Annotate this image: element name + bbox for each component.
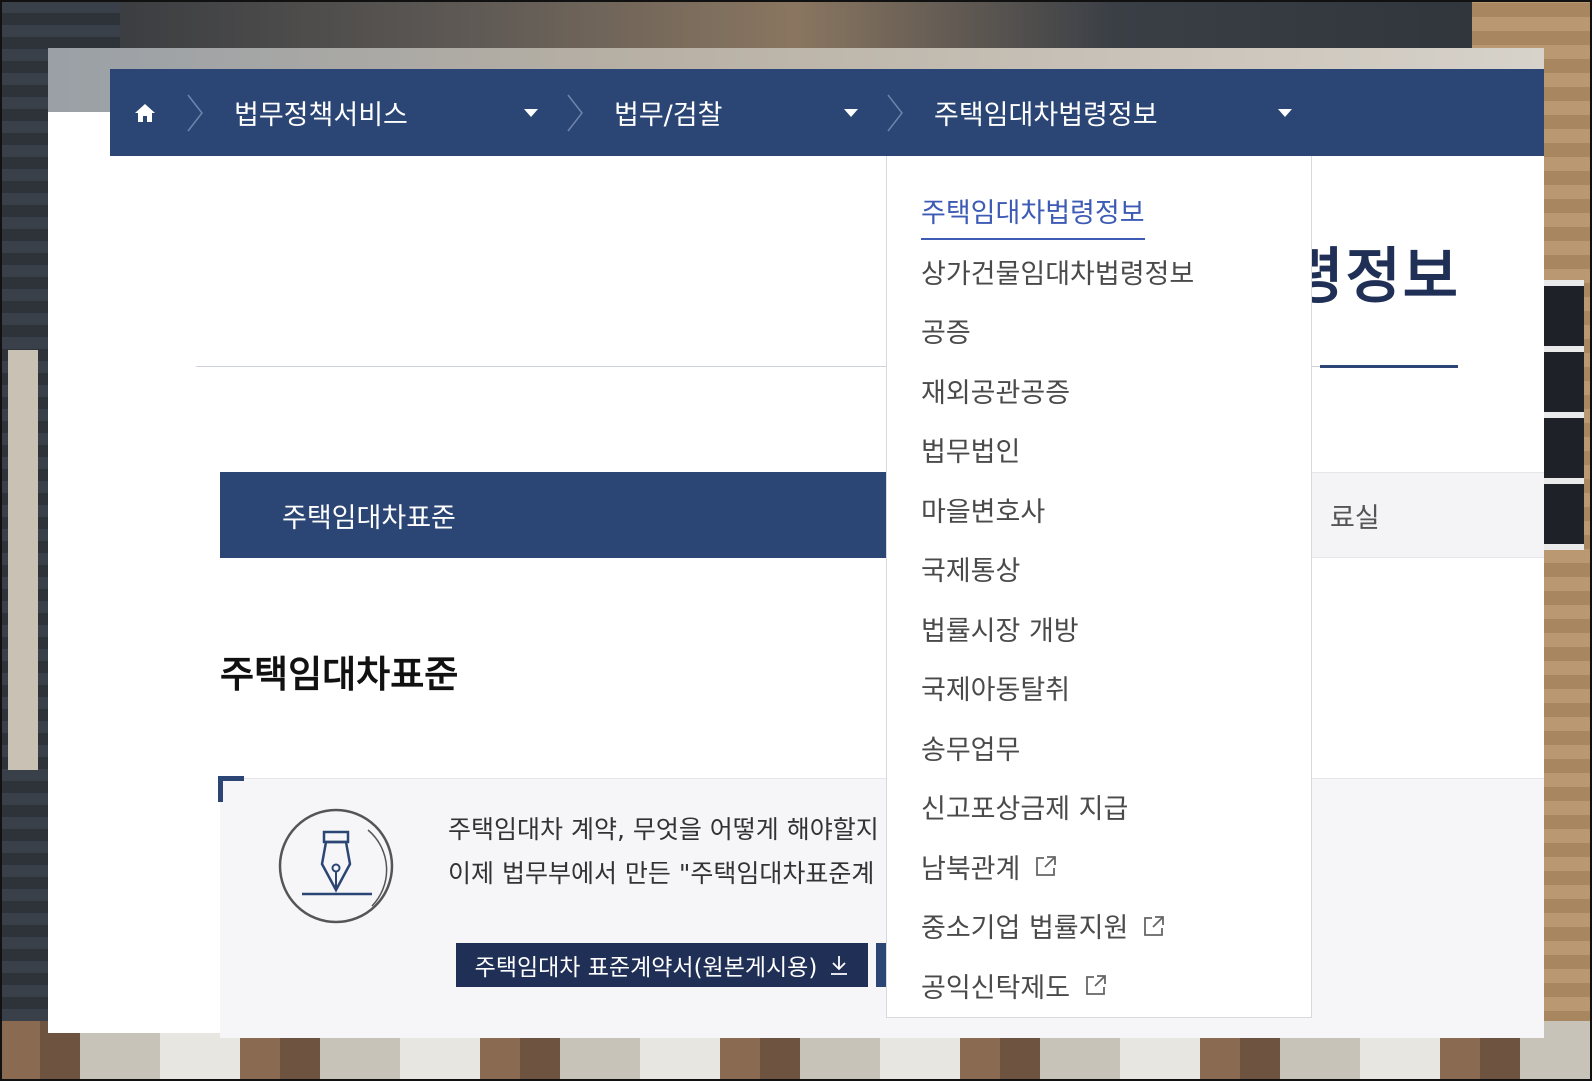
menu-item-law-firm[interactable]: 법무법인 [887,420,1311,480]
download-button-label: 주택임대차 표준계약서(원본게시용) [474,955,818,981]
menu-item-sme-legal-support[interactable]: 중소기업 법률지원 [887,896,1311,956]
info-line: 주택임대차 계약, 무엇을 어떻게 해야할지 [448,815,879,844]
caret-down-icon [1278,108,1292,117]
menu-item-litigation[interactable]: 송무업무 [887,718,1311,778]
breadcrumb-item-justice[interactable]: 법무/검찰 [590,69,880,156]
menu-item-overseas-notarization[interactable]: 재외공관공증 [887,361,1311,421]
chevron-right-icon [560,69,590,156]
corner-mark [218,776,244,802]
breadcrumb-label: 법무정책서비스 [234,100,408,131]
caret-down-icon [844,108,858,117]
breadcrumb: 법무정책서비스 법무/검찰 주택임대차법령정보 [110,69,1544,156]
menu-item-label: 송무업무 [921,734,1021,766]
caret-down-icon [524,108,538,117]
fountain-pen-icon [278,808,394,924]
menu-item-legal-market-opening[interactable]: 법률시장 개방 [887,599,1311,659]
menu-item-commercial-lease[interactable]: 상가건물임대차법령정보 [887,242,1311,302]
menu-item-label: 국제통상 [921,556,1021,588]
chevron-right-icon [180,69,210,156]
breadcrumb-item-housing-lease[interactable]: 주택임대차법령정보 [910,69,1314,156]
section-heading: 주택임대차표준 [220,653,459,696]
breadcrumb-dropdown-menu: 주택임대차법령정보 상가건물임대차법령정보 공증 재외공관공증 법무법인 마을변… [886,156,1312,1018]
menu-item-village-lawyer[interactable]: 마을변호사 [887,480,1311,540]
breadcrumb-item-policy[interactable]: 법무정책서비스 [210,69,560,156]
menu-item-label: 마을변호사 [921,496,1046,528]
chevron-right-icon [880,69,910,156]
external-link-icon [1086,975,1106,996]
menu-item-label: 주택임대차법령정보 [921,191,1145,241]
bg-left-column [8,350,38,770]
bg-right-window [1538,280,1584,550]
menu-item-public-trust[interactable]: 공익신탁제도 [887,956,1311,1016]
download-contract-button[interactable]: 주택임대차 표준계약서(원본게시용) [456,943,868,987]
home-icon [135,103,155,122]
menu-item-label: 신고포상금제 지급 [921,794,1129,826]
tab-housing-standard[interactable]: 주택임대차표준 [220,472,910,558]
menu-item-label: 법무법인 [921,437,1021,469]
breadcrumb-label: 주택임대차법령정보 [934,100,1158,131]
menu-item-international-trade[interactable]: 국제통상 [887,539,1311,599]
home-button[interactable] [110,69,180,156]
external-link-icon [1036,856,1057,877]
menu-item-label: 남북관계 [921,853,1021,885]
menu-item-label: 중소기업 법률지원 [921,913,1129,945]
info-text: 주택임대차 계약, 무엇을 어떻게 해야할지 이제 법무부에서 만든 "주택임대… [448,808,888,896]
breadcrumb-label: 법무/검찰 [614,100,723,131]
title-underline [1320,365,1458,368]
menu-item-label: 공증 [921,318,971,350]
menu-item-label: 공익신탁제도 [921,972,1071,1004]
info-line: 이제 법무부에서 만든 "주택임대차표준계 [448,859,875,888]
menu-item-label: 상가건물임대차법령정보 [921,258,1195,290]
menu-item-child-abduction[interactable]: 국제아동탈취 [887,658,1311,718]
menu-item-inter-korean[interactable]: 남북관계 [887,837,1311,897]
menu-item-notarization[interactable]: 공증 [887,301,1311,361]
external-link-icon [1144,915,1165,936]
menu-item-label: 국제아동탈취 [921,675,1071,707]
menu-item-reward-payment[interactable]: 신고포상금제 지급 [887,777,1311,837]
menu-item-label: 재외공관공증 [921,377,1071,409]
menu-item-housing-lease[interactable]: 주택임대차법령정보 [887,182,1311,242]
menu-item-label: 법률시장 개방 [921,615,1079,647]
download-icon [831,956,848,975]
